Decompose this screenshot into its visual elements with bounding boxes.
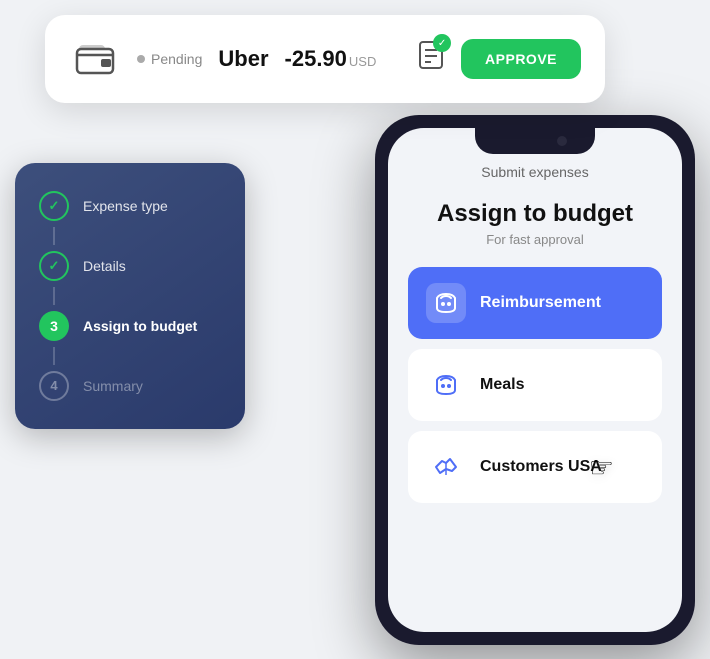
customers-usa-icon	[426, 447, 466, 487]
reimbursement-label: Reimbursement	[480, 294, 601, 312]
phone-camera	[557, 136, 567, 146]
budget-item-reimbursement[interactable]: Reimbursement	[408, 267, 662, 339]
wallet-icon	[69, 33, 121, 85]
step-4-label: Summary	[83, 378, 143, 394]
step-3-label: Assign to budget	[83, 318, 197, 334]
screen-heading: Assign to budget	[408, 200, 662, 228]
amount: -25.90USD	[285, 46, 377, 72]
step-2-label: Details	[83, 258, 126, 274]
step-1: ✓ Expense type	[39, 191, 221, 221]
phone-screen: Submit expenses Assign to budget For fas…	[388, 128, 682, 632]
phone-mockup: Submit expenses Assign to budget For fas…	[375, 115, 695, 645]
meals-icon	[426, 365, 466, 405]
cursor-hand-icon: ☞	[589, 451, 614, 484]
step-4-circle: 4	[39, 371, 69, 401]
screen-subheading: For fast approval	[408, 232, 662, 247]
uber-expense-card: Pending Uber -25.90USD ✓ APPROVE	[45, 15, 605, 103]
customers-usa-label: Customers USA	[480, 458, 602, 476]
step-3: 3 Assign to budget	[39, 311, 221, 341]
status-text: Pending	[151, 51, 202, 67]
step-3-circle: 3	[39, 311, 69, 341]
screen-title: Submit expenses	[408, 164, 662, 180]
step-1-circle: ✓	[39, 191, 69, 221]
step-4: 4 Summary	[39, 371, 221, 401]
amount-value: -25.90	[285, 46, 347, 71]
step-connector-2	[53, 287, 55, 305]
merchant-name: Uber	[218, 46, 268, 72]
phone-notch	[475, 128, 595, 154]
approve-button[interactable]: APPROVE	[461, 39, 581, 79]
receipt-check-icon: ✓	[433, 34, 451, 52]
steps-card: ✓ Expense type ✓ Details 3 Assign to bud…	[15, 163, 245, 429]
step-1-label: Expense type	[83, 198, 168, 214]
step-2-circle: ✓	[39, 251, 69, 281]
meals-label: Meals	[480, 376, 524, 394]
reimbursement-icon	[426, 283, 466, 323]
scene: Pending Uber -25.90USD ✓ APPROVE ✓ Expen…	[15, 15, 695, 645]
status-badge: Pending	[137, 51, 202, 67]
budget-item-customers-usa[interactable]: Customers USA	[408, 431, 662, 503]
step-connector-1	[53, 227, 55, 245]
phone-content: Submit expenses Assign to budget For fas…	[388, 128, 682, 533]
step-connector-3	[53, 347, 55, 365]
budget-item-meals[interactable]: Meals	[408, 349, 662, 421]
receipt-icon: ✓	[417, 40, 445, 77]
step-2: ✓ Details	[39, 251, 221, 281]
currency: USD	[349, 54, 376, 69]
